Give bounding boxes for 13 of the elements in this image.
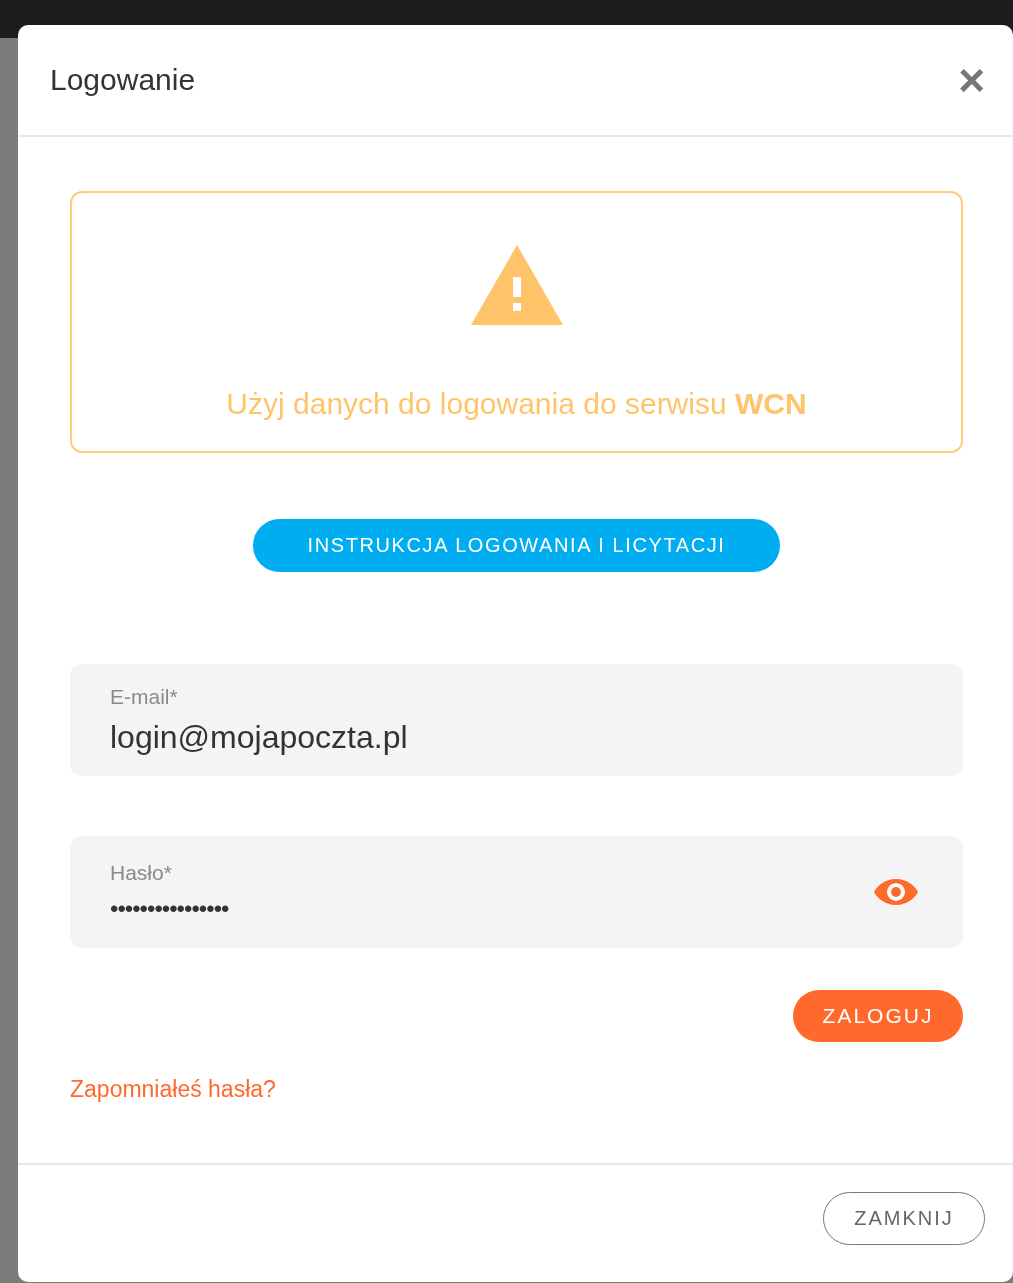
show-password-button[interactable] [873, 877, 919, 907]
password-input[interactable]: •••••••••••••••• [110, 895, 873, 923]
email-field[interactable]: E-mail* login@mojapoczta.pl [70, 664, 963, 776]
close-dialog-button[interactable]: ZAMKNIJ [823, 1192, 985, 1245]
password-field[interactable]: Hasło* •••••••••••••••• [70, 836, 963, 948]
alert-text: Użyj danych do logowania do serwisu WCN [226, 387, 807, 421]
close-button[interactable]: × [958, 57, 985, 103]
field-label: E-mail* [110, 684, 179, 709]
eye-icon [873, 877, 919, 907]
email-input[interactable]: login@mojapoczta.pl [110, 718, 919, 756]
dialog-title: Logowanie [50, 63, 196, 97]
warning-icon [470, 245, 563, 325]
field-label: Hasło* [110, 861, 173, 885]
